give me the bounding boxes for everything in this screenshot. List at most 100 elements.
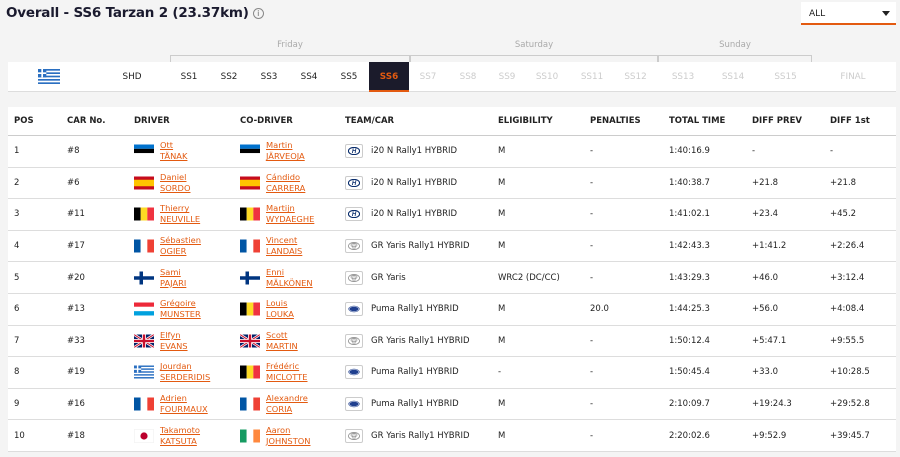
- tab-shd[interactable]: SHD: [92, 62, 172, 92]
- tab-ss12[interactable]: SS12: [613, 62, 658, 92]
- tab-ss6[interactable]: SS6: [369, 62, 409, 92]
- driver-link[interactable]: Ott TÄNAK: [160, 140, 187, 162]
- codriver-link-first: Martin: [266, 140, 293, 151]
- svg-text:H: H: [352, 212, 357, 218]
- team-car: Puma Rally1 HYBRID: [371, 304, 459, 315]
- total-time: 2:20:02.6: [669, 430, 710, 441]
- driver-link[interactable]: Jourdan SERDERIDIS: [160, 361, 210, 383]
- column-header[interactable]: DIFF PREV: [752, 116, 802, 126]
- eligibility: -: [498, 367, 502, 378]
- driver-link[interactable]: Elfyn EVANS: [160, 330, 188, 352]
- eligibility: M: [498, 177, 506, 188]
- chevron-down-icon: [882, 11, 890, 16]
- column-header[interactable]: DRIVER: [134, 116, 170, 126]
- driver-link-last: MUNSTER: [160, 309, 201, 320]
- fra-flag-icon: [240, 397, 260, 411]
- column-header[interactable]: ELIGIBILITY: [498, 116, 553, 126]
- diff-first: +3:12.4: [830, 272, 865, 283]
- position: 2: [14, 177, 20, 188]
- team-car: GR Yaris Rally1 HYBRID: [371, 430, 470, 441]
- tab-ss3[interactable]: SS3: [252, 62, 286, 92]
- driver-link-last: FOURMAUX: [160, 404, 208, 415]
- driver-link-last: SERDERIDIS: [160, 372, 211, 383]
- tab-ss13[interactable]: SS13: [658, 62, 708, 92]
- diff-prev: +1:41.2: [752, 241, 787, 252]
- hyundai-logo-icon: H: [345, 144, 363, 159]
- codriver-link[interactable]: Alexandre CORIA: [266, 393, 308, 415]
- position: 6: [14, 304, 20, 315]
- codriver-link[interactable]: Frédéric MICLOTTE: [266, 361, 308, 383]
- bel-flag-icon: [240, 365, 260, 379]
- codriver-link[interactable]: Louis LOUKA: [266, 298, 294, 320]
- codriver-link-last: WYDAEGHE: [266, 214, 315, 225]
- tab-ss1[interactable]: SS1: [172, 62, 206, 92]
- table-row[interactable]: 3 #11 Thierry NEUVILLE Martijn WYDAEGHE Hi20 N…: [8, 199, 896, 231]
- codriver-link[interactable]: Aaron JOHNSTON: [266, 425, 311, 447]
- eligibility: WRC2 (DC/CC): [498, 272, 560, 283]
- driver-link[interactable]: Adrien FOURMAUX: [160, 393, 208, 415]
- codriver-link[interactable]: Martin JÄRVEOJA: [266, 140, 305, 162]
- column-header[interactable]: PENALTIES: [590, 116, 641, 126]
- codriver-link[interactable]: Martijn WYDAEGHE: [266, 203, 314, 225]
- group-label-sunday: Sunday: [719, 40, 751, 50]
- tab-ss14[interactable]: SS14: [708, 62, 758, 92]
- esp-flag-icon: [240, 176, 260, 190]
- driver-link[interactable]: Sébastien OGIER: [160, 235, 201, 257]
- table-row[interactable]: 7 #33 Elfyn EVANS Scott MARTIN GR Yaris Rally1…: [8, 326, 896, 358]
- bel-flag-icon: [240, 207, 260, 221]
- codriver-link-first: Martijn: [266, 203, 295, 214]
- irl-flag-icon: [240, 429, 260, 443]
- driver-link[interactable]: Daniel SORDO: [160, 172, 190, 194]
- fin-flag-icon: [240, 271, 260, 285]
- table-row[interactable]: 5 #20 Sami PAJARI Enni MÄLKÖNEN GR Yaris WRC2 (…: [8, 262, 896, 294]
- tab-ss15[interactable]: SS15: [758, 62, 813, 92]
- filter-select[interactable]: ALL: [801, 2, 896, 25]
- driver-link[interactable]: Sami PAJARI: [160, 267, 186, 289]
- column-header[interactable]: CAR No.: [67, 116, 106, 126]
- codriver-link-first: Frédéric: [266, 361, 300, 372]
- tab-ss11[interactable]: SS11: [571, 62, 613, 92]
- hyundai-logo-icon: H: [345, 207, 363, 222]
- tab-ss7[interactable]: SS7: [412, 62, 444, 92]
- driver-link[interactable]: Takamoto KATSUTA: [160, 425, 200, 447]
- table-row[interactable]: 2 #6 Daniel SORDO Cándido CARRERA Hi20 N Rally…: [8, 168, 896, 200]
- table-row[interactable]: 1 #8 Ott TÄNAK Martin JÄRVEOJA Hi20 N Rally1 H…: [8, 136, 896, 168]
- table-row[interactable]: 10 #18 Takamoto KATSUTA Aaron JOHNSTON GR Yari…: [8, 420, 896, 452]
- ford-logo-icon: [345, 365, 363, 380]
- codriver-link[interactable]: Cándido CARRERA: [266, 172, 305, 194]
- table-row[interactable]: 6 #13 Grégoire MUNSTER Louis LOUKA Puma Rally1…: [8, 294, 896, 326]
- driver-link[interactable]: Grégoire MUNSTER: [160, 298, 201, 320]
- info-icon[interactable]: i: [252, 8, 264, 19]
- diff-first: +21.8: [830, 177, 857, 188]
- codriver-link-first: Enni: [266, 266, 285, 277]
- column-header[interactable]: POS: [14, 116, 34, 126]
- hyundai-logo-icon: H: [345, 175, 363, 190]
- total-time: 1:43:29.3: [669, 272, 710, 283]
- est-flag-icon: [134, 144, 154, 158]
- driver-link-first: Sébastien: [160, 235, 201, 246]
- diff-prev: +33.0: [752, 367, 779, 378]
- table-row[interactable]: 9 #16 Adrien FOURMAUX Alexandre CORIA Puma Ral…: [8, 389, 896, 421]
- tab-ss5[interactable]: SS5: [332, 62, 366, 92]
- codriver-link[interactable]: Enni MÄLKÖNEN: [266, 267, 313, 289]
- tab-ss9[interactable]: SS9: [490, 62, 524, 92]
- column-header[interactable]: DIFF 1st: [830, 116, 870, 126]
- tab-ss2[interactable]: SS2: [212, 62, 246, 92]
- column-header[interactable]: CO-DRIVER: [240, 116, 293, 126]
- total-time: 1:50:12.4: [669, 335, 710, 346]
- tab-ss10[interactable]: SS10: [526, 62, 568, 92]
- gbr-flag-icon: [133, 333, 155, 349]
- column-header[interactable]: TOTAL TIME: [669, 116, 725, 126]
- team-car: i20 N Rally1 HYBRID: [371, 177, 458, 188]
- codriver-link[interactable]: Scott MARTIN: [266, 330, 298, 352]
- column-header[interactable]: TEAM/CAR: [345, 116, 394, 126]
- driver-link[interactable]: Thierry NEUVILLE: [160, 203, 200, 225]
- codriver-link[interactable]: Vincent LANDAIS: [266, 235, 302, 257]
- gbr-flag-icon: [239, 333, 261, 349]
- position: 1: [14, 146, 20, 157]
- tab-final[interactable]: FINAL: [823, 62, 883, 92]
- tab-ss8[interactable]: SS8: [451, 62, 485, 92]
- table-row[interactable]: 4 #17 Sébastien OGIER Vincent LANDAIS GR Yaris…: [8, 231, 896, 263]
- table-row[interactable]: 8 #19 Jourdan SERDERIDIS Frédéric MICLOTTE Pum…: [8, 357, 896, 389]
- tab-ss4[interactable]: SS4: [292, 62, 326, 92]
